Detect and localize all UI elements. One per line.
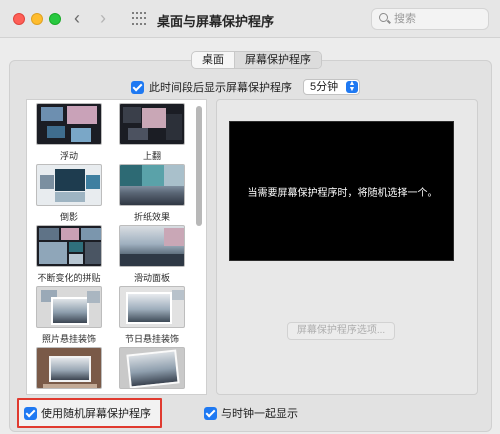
list-scrollbar[interactable] xyxy=(196,106,202,226)
photo-mobile-thumb xyxy=(36,286,102,328)
screensaver-item-photo-wall[interactable] xyxy=(36,347,102,393)
screensaver-label: 折纸效果 xyxy=(133,212,170,222)
screensaver-item-sliding-panels[interactable]: 滑动面板 xyxy=(119,225,185,284)
flip-up-thumb xyxy=(119,103,185,145)
preview-screen: 当需要屏幕保护程序时，将随机选择一个。 xyxy=(229,121,454,261)
screensaver-item-shifting-tiles[interactable]: 不断变化的拼贴 xyxy=(36,225,102,284)
screensaver-item-reflections[interactable]: 倒影 xyxy=(36,164,102,223)
titlebar: ‹ › 桌面与屏幕保护程序 xyxy=(0,0,500,38)
screensaver-item-floating[interactable]: 浮动 xyxy=(36,103,102,162)
window-title: 桌面与屏幕保护程序 xyxy=(157,14,275,29)
search-icon xyxy=(379,13,388,22)
screensaver-item-flip-up[interactable]: 上翻 xyxy=(119,103,185,162)
photo-wall-thumb xyxy=(36,347,102,389)
vintage-prints-thumb xyxy=(119,347,185,389)
show-clock-row: 与时钟一起显示 xyxy=(204,405,298,421)
forward-arrow-icon[interactable]: › xyxy=(100,8,106,28)
screensaver-label: 节日悬挂装饰 xyxy=(124,334,179,344)
random-screensaver-row: 使用随机屏幕保护程序 xyxy=(24,405,151,421)
preview-message: 当需要屏幕保护程序时，将随机选择一个。 xyxy=(247,188,438,199)
tab-desktop[interactable]: 桌面 xyxy=(192,52,234,68)
sliding-panels-thumb xyxy=(119,225,185,267)
back-arrow-icon[interactable]: ‹ xyxy=(74,8,80,28)
delay-row: 此时间段后显示屏幕保护程序 5分钟 ▲ ▼ xyxy=(131,78,360,96)
screensaver-label: 照片悬挂装饰 xyxy=(41,334,96,344)
reflections-thumb xyxy=(36,164,102,206)
shifting-tiles-thumb xyxy=(36,225,102,267)
show-clock-checkbox[interactable] xyxy=(204,406,217,420)
zoom-window-button[interactable] xyxy=(49,13,61,25)
screensaver-label: 倒影 xyxy=(59,212,78,222)
select-arrows-icon: ▲ ▼ xyxy=(346,80,358,93)
random-screensaver-checkbox[interactable] xyxy=(24,406,37,420)
screensaver-item-photo-mobile[interactable]: 照片悬挂装饰 xyxy=(36,286,102,345)
tab-screensaver[interactable]: 屏幕保护程序 xyxy=(234,52,321,68)
search-field[interactable] xyxy=(371,8,489,30)
delay-checkbox[interactable] xyxy=(131,80,144,94)
screensaver-label: 上翻 xyxy=(142,151,161,161)
delay-select[interactable]: 5分钟 ▲ ▼ xyxy=(303,79,360,95)
delay-label: 此时间段后显示屏幕保护程序 xyxy=(149,82,292,94)
floating-thumb xyxy=(36,103,102,145)
screensaver-item-vintage-prints[interactable] xyxy=(119,347,185,393)
screensaver-label: 浮动 xyxy=(59,151,78,161)
origami-thumb xyxy=(119,164,185,206)
screensaver-label: 不断变化的拼贴 xyxy=(37,273,101,283)
tab-bar: 桌面 屏幕保护程序 xyxy=(191,51,322,69)
search-input[interactable] xyxy=(394,11,484,27)
show-clock-label: 与时钟一起显示 xyxy=(221,408,298,420)
screensaver-item-holiday-mobile[interactable]: 节日悬挂装饰 xyxy=(119,286,185,345)
holiday-mobile-thumb xyxy=(119,286,185,328)
screensaver-label: 滑动面板 xyxy=(133,273,170,283)
screensaver-options-button[interactable]: 屏幕保护程序选项... xyxy=(287,322,395,340)
screensaver-item-origami[interactable]: 折纸效果 xyxy=(119,164,185,223)
screensaver-list[interactable]: 浮动 上翻 倒影 折纸效果 不断变化的拼贴 滑动面板 照片悬挂装饰 节日悬挂装饰 xyxy=(26,99,207,395)
show-all-grid-icon[interactable] xyxy=(132,12,146,26)
minimize-window-button[interactable] xyxy=(31,13,43,25)
delay-value: 5分钟 xyxy=(310,81,339,93)
close-window-button[interactable] xyxy=(13,13,25,25)
random-screensaver-label: 使用随机屏幕保护程序 xyxy=(41,408,151,420)
